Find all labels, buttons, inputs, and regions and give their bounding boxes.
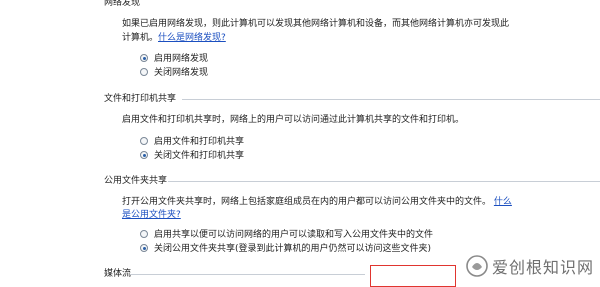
radio-label: 启用网络发现: [154, 54, 209, 64]
section-header-network-discovery: 网络发现: [104, 0, 141, 8]
radio-selected-icon[interactable]: [140, 54, 148, 62]
what-is-public-folder-link-part1[interactable]: 什么: [494, 197, 512, 207]
radio-label: 关闭网络发现: [154, 68, 209, 78]
radio-unselected-icon[interactable]: [140, 68, 148, 76]
public-folder-sharing-description-line1: 打开公用文件夹共享时，网络上包括家庭组成员在内的用户都可以访问公用文件夹中的文件…: [122, 195, 512, 209]
radio-disable-file-printer-sharing[interactable]: 关闭文件和打印机共享: [140, 149, 244, 163]
section-divider: [168, 181, 600, 182]
highlight-box: [370, 265, 456, 287]
watermark-logo-icon: [466, 255, 488, 277]
public-folder-sharing-description-line2: 是公用文件夹?: [122, 208, 181, 222]
section-header-file-printer-sharing: 文件和打印机共享: [104, 94, 177, 104]
radio-selected-icon[interactable]: [140, 151, 148, 159]
section-divider: [182, 99, 600, 100]
file-printer-sharing-description: 启用文件和打印机共享时，网络上的用户可以访问通过此计算机共享的文件和打印机。: [122, 115, 465, 125]
section-divider: [130, 274, 365, 275]
radio-enable-public-folder-sharing[interactable]: 启用共享以便可以访问网络的用户可以读取和写入公用文件夹中的文件: [140, 228, 433, 242]
network-discovery-description-line2: 计算机。什么是网络发现?: [122, 31, 226, 45]
radio-disable-public-folder-sharing[interactable]: 关闭公用文件夹共享(登录到此计算机的用户仍然可以访问这些文件夹): [140, 242, 431, 256]
radio-label: 启用文件和打印机共享: [154, 137, 245, 147]
public-folder-sharing-description-text: 打开公用文件夹共享时，网络上包括家庭组成员在内的用户都可以访问公用文件夹中的文件…: [122, 197, 492, 207]
section-header-public-folder-sharing: 公用文件夹共享: [104, 176, 168, 186]
radio-selected-icon[interactable]: [140, 244, 148, 252]
section-header-media-streaming: 媒体流: [104, 269, 132, 279]
radio-enable-network-discovery[interactable]: 启用网络发现: [140, 52, 208, 66]
radio-label: 关闭文件和打印机共享: [154, 151, 245, 161]
radio-disable-network-discovery[interactable]: 关闭网络发现: [140, 66, 208, 80]
radio-label: 关闭公用文件夹共享(登录到此计算机的用户仍然可以访问这些文件夹): [154, 244, 432, 254]
radio-label: 启用共享以便可以访问网络的用户可以读取和写入公用文件夹中的文件: [154, 230, 434, 240]
network-discovery-description-line2-text: 计算机。: [122, 33, 159, 43]
radio-enable-file-printer-sharing[interactable]: 启用文件和打印机共享: [140, 135, 244, 149]
network-discovery-description-line1: 如果已启用网络发现，则此计算机可以发现其他网络计算机和设备，而其他网络计算机亦可…: [122, 19, 510, 29]
radio-unselected-icon[interactable]: [140, 230, 148, 238]
watermark-text: 爱创根知识网: [491, 258, 594, 277]
watermark: 爱创根知识网: [466, 253, 594, 279]
what-is-network-discovery-link[interactable]: 什么是网络发现?: [158, 33, 226, 43]
what-is-public-folder-link-part2[interactable]: 是公用文件夹?: [122, 210, 181, 220]
radio-unselected-icon[interactable]: [140, 137, 148, 145]
